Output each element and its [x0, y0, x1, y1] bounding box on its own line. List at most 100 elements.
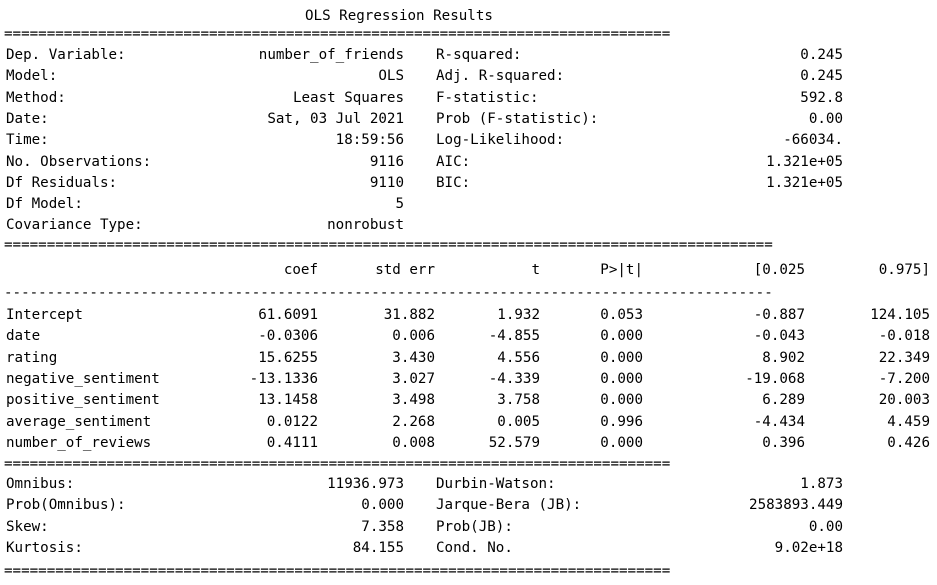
diagnostic-label: Kurtosis:	[6, 539, 83, 556]
model-info-value: Sat, 03 Jul 2021	[267, 110, 404, 127]
coef-cell: 8.902	[762, 349, 805, 366]
coef-table-header: [0.025	[753, 262, 805, 278]
coef-table-header: coef	[283, 262, 318, 278]
coef-cell: 0.396	[762, 434, 805, 451]
coef-cell: 0.000	[600, 349, 643, 366]
diagnostic-label: Prob(JB):	[436, 518, 513, 535]
diagnostic-value: 1.873	[800, 476, 843, 492]
model-info-value: 9110	[369, 174, 404, 191]
coef-cell: 1.932	[497, 307, 540, 323]
separator-mid: ========================================…	[4, 240, 773, 250]
fit-stat-label: Prob (F-statistic):	[436, 110, 599, 127]
coef-cell: 0.005	[497, 413, 540, 430]
fit-stat-value: 0.245	[800, 68, 843, 85]
coef-cell: 0.0122	[266, 413, 318, 430]
separator-top: ========================================…	[4, 29, 671, 39]
model-info-label: Df Residuals:	[6, 174, 118, 191]
coef-cell: 22.349	[878, 349, 930, 366]
diagnostic-value: 84.155	[352, 539, 404, 556]
fit-stat-value: 0.245	[800, 47, 843, 63]
coef-cell: -0.0306	[258, 328, 318, 345]
model-info-label: Model:	[6, 68, 58, 85]
fit-stat-value: 1.321e+05	[766, 174, 843, 191]
coef-cell: 20.003	[878, 392, 930, 409]
diagnostic-value: 0.000	[361, 497, 404, 514]
fit-stat-value: 0.00	[808, 110, 843, 127]
coef-cell: -4.855	[488, 328, 540, 345]
fit-stat-label: R-squared:	[436, 47, 522, 63]
coef-cell: -7.200	[878, 370, 930, 387]
coef-cell: 0.000	[600, 370, 643, 387]
coef-cell: -4.339	[488, 370, 540, 387]
dash-line: ----------------------------------------…	[4, 288, 773, 298]
coef-cell: 4.556	[497, 349, 540, 366]
coef-row-name: date	[6, 328, 41, 345]
model-info-label: Dep. Variable:	[6, 47, 126, 63]
fit-stat-value: 1.321e+05	[766, 153, 843, 170]
model-info-value: 18:59:56	[335, 132, 404, 149]
coef-cell: 0.053	[600, 307, 643, 323]
coef-cell: -0.018	[878, 328, 930, 345]
model-info-label: Date:	[6, 110, 49, 127]
coef-cell: 2.268	[392, 413, 435, 430]
fit-stat-label: F-statistic:	[436, 89, 539, 106]
diagnostic-label: Jarque-Bera (JB):	[436, 497, 582, 514]
coef-row-name: number_of_reviews	[6, 434, 152, 451]
coef-cell: 13.1458	[258, 392, 318, 409]
coef-cell: 0.006	[392, 328, 435, 345]
separator-lower: ========================================…	[4, 459, 671, 469]
coef-cell: 0.996	[600, 413, 643, 430]
diagnostic-value: 9.02e+18	[774, 539, 843, 556]
model-info-value: OLS	[378, 68, 404, 85]
coef-cell: 0.008	[392, 434, 435, 451]
fit-stat-label: Adj. R-squared:	[436, 68, 565, 85]
coef-cell: 4.459	[887, 413, 930, 430]
page-title: OLS Regression Results	[305, 8, 493, 24]
coef-cell: 0.000	[600, 392, 643, 409]
coef-cell: 0.000	[600, 434, 643, 451]
coef-cell: 3.498	[392, 392, 435, 409]
coef-row-name: average_sentiment	[6, 413, 152, 430]
coef-table-header: 0.975]	[878, 262, 930, 278]
coef-cell: 124.105	[870, 307, 930, 323]
coef-cell: 6.289	[762, 392, 805, 409]
model-info-value: Least Squares	[292, 89, 404, 106]
model-info-label: Df Model:	[6, 196, 83, 213]
diagnostic-value: 7.358	[361, 518, 404, 535]
coef-cell: -0.043	[753, 328, 805, 345]
fit-stat-label: Log-Likelihood:	[436, 132, 565, 149]
coef-cell: 31.882	[383, 307, 435, 323]
coef-cell: -4.434	[753, 413, 805, 430]
fit-stat-label: BIC:	[436, 174, 471, 191]
model-info-value: nonrobust	[327, 217, 404, 234]
diagnostic-value: 11936.973	[327, 476, 404, 492]
coef-cell: 61.6091	[258, 307, 318, 323]
coef-cell: -13.1336	[249, 370, 318, 387]
model-info-value: 5	[395, 196, 404, 213]
coef-cell: 0.4111	[266, 434, 318, 451]
fit-stat-value: -66034.	[783, 132, 843, 149]
coef-row-name: rating	[6, 349, 58, 366]
coef-cell: -19.068	[745, 370, 805, 387]
diagnostic-label: Omnibus:	[6, 476, 75, 492]
model-info-value: number_of_friends	[258, 47, 404, 63]
coef-cell: 0.426	[887, 434, 930, 451]
coef-cell: 3.027	[392, 370, 435, 387]
diagnostic-label: Cond. No.	[436, 539, 513, 556]
model-info-label: No. Observations:	[6, 153, 152, 170]
fit-stat-label: AIC:	[436, 153, 471, 170]
coef-table-header: t	[531, 262, 540, 278]
coef-cell: 3.430	[392, 349, 435, 366]
coef-cell: 3.758	[497, 392, 540, 409]
coef-table-header: P>|t|	[600, 262, 643, 278]
diagnostic-label: Prob(Omnibus):	[6, 497, 126, 514]
coef-row-name: negative_sentiment	[6, 370, 160, 387]
coef-cell: -0.887	[753, 307, 805, 323]
model-info-value: 9116	[369, 153, 404, 170]
model-info-label: Method:	[6, 89, 66, 106]
coef-table-header: std err	[375, 262, 435, 278]
diagnostic-value: 2583893.449	[749, 497, 843, 514]
coef-row-name: positive_sentiment	[6, 392, 160, 409]
fit-stat-value: 592.8	[800, 89, 843, 106]
coef-cell: 15.6255	[258, 349, 318, 366]
